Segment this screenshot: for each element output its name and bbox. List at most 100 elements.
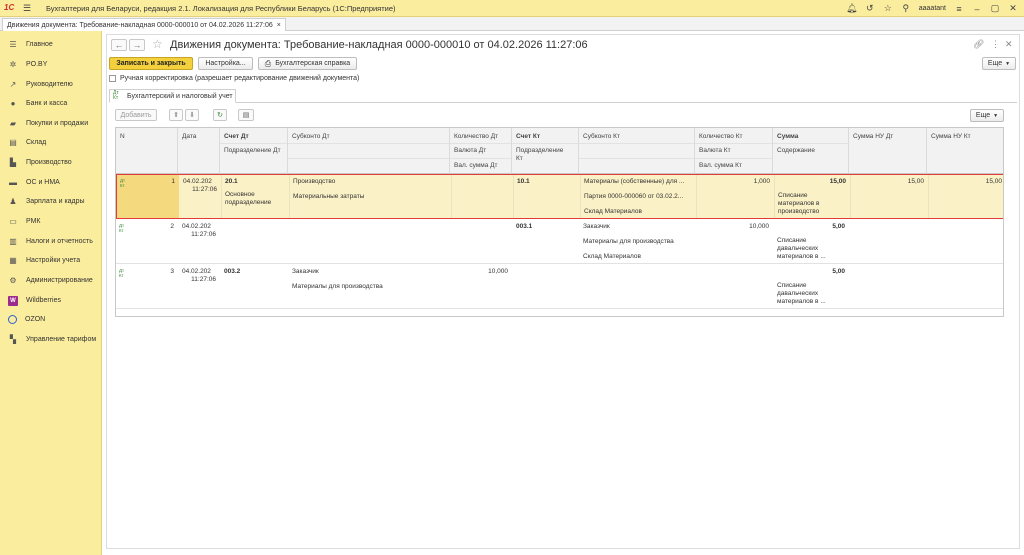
more-vertical-icon[interactable]: ⋮ [991,39,1000,50]
page-title: Движения документа: Требование-накладная… [170,39,588,51]
row-date: 04.02.202 [182,223,211,230]
row-subdivision-dt: Основное подразделение [225,191,272,206]
row-qty-dt: 10,000 [488,268,508,275]
sidebar-item-5[interactable]: ▤ Склад [0,133,102,152]
settings-button[interactable]: Настройка... [198,57,253,70]
add-button[interactable]: Добавить [115,109,157,121]
manual-correction-checkbox[interactable] [109,75,116,82]
sidebar-item-14[interactable]: OZON [0,310,102,329]
sidebar-item-6[interactable]: ▙ Производство [0,153,102,172]
maximize-icon[interactable]: ▢ [988,2,1002,16]
table-row[interactable]: Дт Кт 2 04.02.202 11:27:06 003.1 Заказчик Матер… [116,220,1003,264]
tab-accounting-label: Бухгалтерский и налоговый учет [127,92,233,100]
col-subdivision-kt-label: Подразделение Кт [516,147,564,162]
settings-menu-icon[interactable]: ≡ [952,2,966,16]
close-window-icon[interactable]: ✕ [1006,2,1020,16]
main-menu-icon[interactable]: ☰ [20,1,34,15]
sidebar-item-label: РМК [26,218,41,225]
sidebar-item-4[interactable]: ▰ Покупки и продажи [0,114,102,133]
sidebar-item-2[interactable]: ↗ Руководителю [0,75,102,94]
main-form: ← → ☆ Движения документа: Требование-нак… [106,34,1020,549]
row-subconto-kt-1: Материалы (собственные) для ... [584,178,685,185]
truck-icon: ▬ [9,178,17,187]
row-time: 11:27:06 [192,186,217,193]
app-logo: 1С [4,3,15,12]
manual-correction-label: Ручная корректировка (разрешает редактир… [120,75,360,82]
sidebar-item-10[interactable]: ▥ Налоги и отчетность [0,232,102,251]
back-button[interactable]: ← [111,39,127,51]
favorites-star-icon[interactable]: ☆ [881,2,895,16]
sidebar-item-label: OZON [25,316,46,323]
col-account-kt-label: Счет Кт [516,133,541,140]
sidebar-item-0[interactable]: ☰ Главное [0,35,102,54]
col-date-label: Дата [182,133,197,140]
col-header-qty-kt[interactable]: Количество Кт Валюта Кт Вал. сумма Кт [695,128,773,174]
sidebar-item-8[interactable]: ♟ Зарплата и кадры [0,192,102,211]
gear-icon: ⚙ [9,276,17,285]
col-header-n[interactable]: N [116,128,178,174]
sidebar-item-13[interactable]: W Wildberries [0,291,102,310]
document-tab[interactable]: Движения документа: Требование-накладная… [2,18,286,31]
move-up-icon[interactable]: ⬆ [169,109,183,121]
col-header-sum-nu-dt[interactable]: Сумма НУ Дт [849,128,927,174]
tab-accounting[interactable]: Дт Кт Бухгалтерский и налоговый учет [109,89,236,103]
sidebar-item-label: Зарплата и кадры [26,198,85,205]
bell-icon[interactable]: 🔔︎ [845,2,859,16]
col-header-sum-nu-kt[interactable]: Сумма НУ Кт [927,128,1003,174]
col-header-account-dt[interactable]: Счет Дт Подразделение Дт [220,128,288,174]
row-content: Списание давальческих материалов в ... [777,237,826,260]
col-header-subconto-kt[interactable]: Субконто Кт [579,128,695,174]
link-icon[interactable]: 🔗︎ [973,39,984,50]
register-dt-kt-icon: Дт Кт [119,268,125,278]
warehouse-icon: ▤ [9,138,17,147]
table-row[interactable]: Дт Кт 3 04.02.202 11:27:06 003.2 Заказчик Матер… [116,265,1003,309]
move-down-icon[interactable]: ⬇ [185,109,199,121]
sidebar-item-label: Настройки учета [26,257,81,264]
sidebar-item-11[interactable]: ▦ Настройки учета [0,251,102,270]
col-header-account-kt[interactable]: Счет Кт Подразделение Кт [512,128,579,174]
row-sum-nu-kt: 15,00 [985,178,1002,185]
search-icon[interactable]: ⚲ [899,2,913,16]
printer-icon: ⎙ [264,58,272,68]
col-header-qty-dt[interactable]: Количество Дт Валюта Дт Вал. сумма Дт [450,128,512,174]
close-form-icon[interactable]: ✕ [1005,39,1013,50]
person-icon: ♟ [9,197,17,206]
row-sum: 5,00 [832,268,845,275]
close-tab-icon[interactable]: × [277,22,281,29]
username[interactable]: aaaatant [919,5,946,12]
register-dt-kt-icon: Дт Кт [119,223,125,233]
col-qty-kt-label: Количество Кт [699,133,743,140]
save-close-button[interactable]: Записать и закрыть [109,57,193,70]
col-header-date[interactable]: Дата [178,128,220,174]
sidebar-item-3[interactable]: ● Банк и касса [0,94,102,113]
row-qty-kt: 10,000 [749,223,769,230]
manual-correction-row[interactable]: Ручная корректировка (разрешает редактир… [109,75,359,82]
menu-icon: ☰ [9,40,17,49]
more-button[interactable]: Еще ▼ [982,57,1016,70]
sidebar-item-12[interactable]: ⚙ Администрирование [0,271,102,290]
sidebar-item-15[interactable]: ▚ Управление тарифом [0,330,102,349]
col-header-sum[interactable]: Сумма Содержание [773,128,849,174]
forward-button[interactable]: → [129,39,145,51]
sidebar-item-1[interactable]: ✲ PO.BY [0,55,102,74]
sidebar-item-9[interactable]: ▭ РМК [0,212,102,231]
sidebar-item-label: Производство [26,159,72,166]
table-row[interactable]: Дт Кт 1 04.02.202 11:27:06 20.1 Основное подра… [116,174,1003,219]
wildberries-icon: W [8,295,18,306]
register-dt-kt-icon: Дт Кт [113,90,119,101]
accounting-report-button[interactable]: ⎙ Бухгалтерская справка [258,57,357,70]
document-tab-label: Движения документа: Требование-накладная… [7,21,273,29]
favorite-star-icon[interactable]: ☆ [152,37,163,51]
table-more-button[interactable]: Еще ▼ [970,109,1004,122]
sidebar-item-7[interactable]: ▬ ОС и НМА [0,173,102,192]
sidebar-item-label: Склад [26,139,47,146]
minimize-icon[interactable]: – [970,2,984,16]
row-subconto-kt-1: Заказчик [583,223,610,230]
history-icon[interactable]: ↺ [863,2,877,16]
report-settings-icon[interactable]: ▤ [238,109,254,121]
refresh-icon[interactable]: ↻ [213,109,227,121]
col-header-subconto-dt[interactable]: Субконто Дт [288,128,450,174]
row-sum-nu-dt: 15,00 [907,178,924,185]
accounting-report-label: Бухгалтерская справка [275,60,351,67]
col-qty-dt-label: Количество Дт [454,133,499,140]
